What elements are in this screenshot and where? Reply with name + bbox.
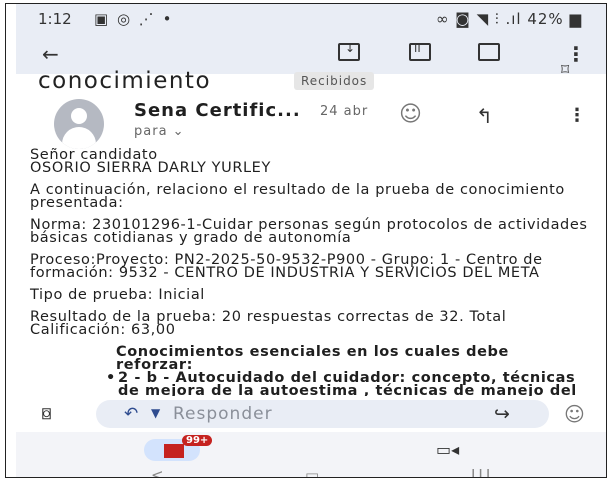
recipients-label: para <box>134 124 168 139</box>
trash-icon[interactable]: ıı <box>409 41 431 66</box>
system-recents-icon[interactable]: III <box>471 466 493 477</box>
reply-bar: ⌼ ↶ ▼ Responder ↪ ☺ <box>16 396 606 432</box>
back-arrow-icon[interactable]: ← <box>42 42 59 66</box>
email-subject: conocimiento <box>38 68 212 94</box>
recipients-toggle[interactable]: para ⌄ <box>134 124 185 139</box>
screenshot-frame: 1:12 ▣ ◎ ⋰ • ∞ ◙ ◥ ⫶ .ıl 42% ▆ ← ↓ ıı ⋮ … <box>5 3 607 478</box>
body-resultado: Resultado de la prueba: 20 respuestas co… <box>30 309 507 338</box>
paperclip-icon[interactable]: ⌼ <box>42 405 51 423</box>
forward-icon[interactable]: ↪ <box>494 403 510 425</box>
signal-icons: ∞ ◙ ◥ ⫶ .ıl <box>436 10 522 28</box>
battery-percent: 42% <box>527 10 564 28</box>
label-important-icon[interactable]: ⌑ <box>561 60 569 79</box>
system-status-icons: ∞ ◙ ◥ ⫶ .ıl 42% ▆ <box>436 10 582 28</box>
body-proceso: Proceso:Proyecto: PN2-2025-50-9532-P900 … <box>30 252 543 281</box>
status-time: 1:12 <box>38 10 72 28</box>
body-norma: Norma: 230101296-1-Cuidar personas según… <box>30 217 588 246</box>
add-reaction-icon[interactable]: ☺ <box>399 102 422 127</box>
battery-icon: ▆ <box>569 10 582 28</box>
system-back-icon[interactable]: < <box>151 466 164 477</box>
email-body: Señor candidato OSORIO SIERRA DARLY YURLE… <box>30 147 600 412</box>
body-intro: A continuación, relaciono el resultado d… <box>30 182 565 211</box>
mail-tab[interactable]: 99+ <box>144 435 213 461</box>
emoji-icon[interactable]: ☺ <box>564 402 585 426</box>
chevron-down-icon[interactable]: ▼ <box>151 406 160 420</box>
message-more-icon[interactable]: ⋮ <box>568 105 586 126</box>
sender-name[interactable]: Sena Certific... <box>134 100 301 121</box>
archive-icon[interactable]: ↓ <box>338 41 360 66</box>
chevron-down-icon: ⌄ <box>172 124 185 139</box>
mail-envelope-icon <box>164 444 184 458</box>
mail-icon[interactable] <box>478 42 500 66</box>
knowledge-heading: Conocimientos esenciales en los cuales d… <box>116 344 509 373</box>
status-bar: 1:12 ▣ ◎ ⋰ • ∞ ◙ ◥ ⫶ .ıl 42% ▆ <box>16 4 606 34</box>
unread-count-badge: 99+ <box>182 435 213 446</box>
reply-label: Responder <box>173 404 273 424</box>
avatar[interactable] <box>54 99 104 149</box>
body-salutation: Señor candidato OSORIO SIERRA DARLY YURLE… <box>30 147 271 176</box>
inbox-label-badge[interactable]: Recibidos <box>294 72 375 90</box>
video-icon[interactable]: ▭◂ <box>436 440 459 459</box>
body-tipo: Tipo de prueba: Inicial <box>30 287 205 303</box>
email-date: 24 abr <box>320 104 369 119</box>
notification-icons: ▣ ◎ ⋰ • <box>94 10 174 28</box>
reply-button[interactable]: ↶ ▼ Responder ↪ <box>96 400 549 428</box>
system-home-icon[interactable]: ▭ <box>305 466 319 477</box>
reply-icon[interactable]: ↰ <box>476 104 493 128</box>
reply-arrow-icon: ↶ <box>124 404 139 424</box>
bottom-navigation: 99+ ▭◂ < ▭ III <box>16 432 606 477</box>
phone-screen: 1:12 ▣ ◎ ⋰ • ∞ ◙ ◥ ⫶ .ıl 42% ▆ ← ↓ ıı ⋮ … <box>16 4 606 477</box>
